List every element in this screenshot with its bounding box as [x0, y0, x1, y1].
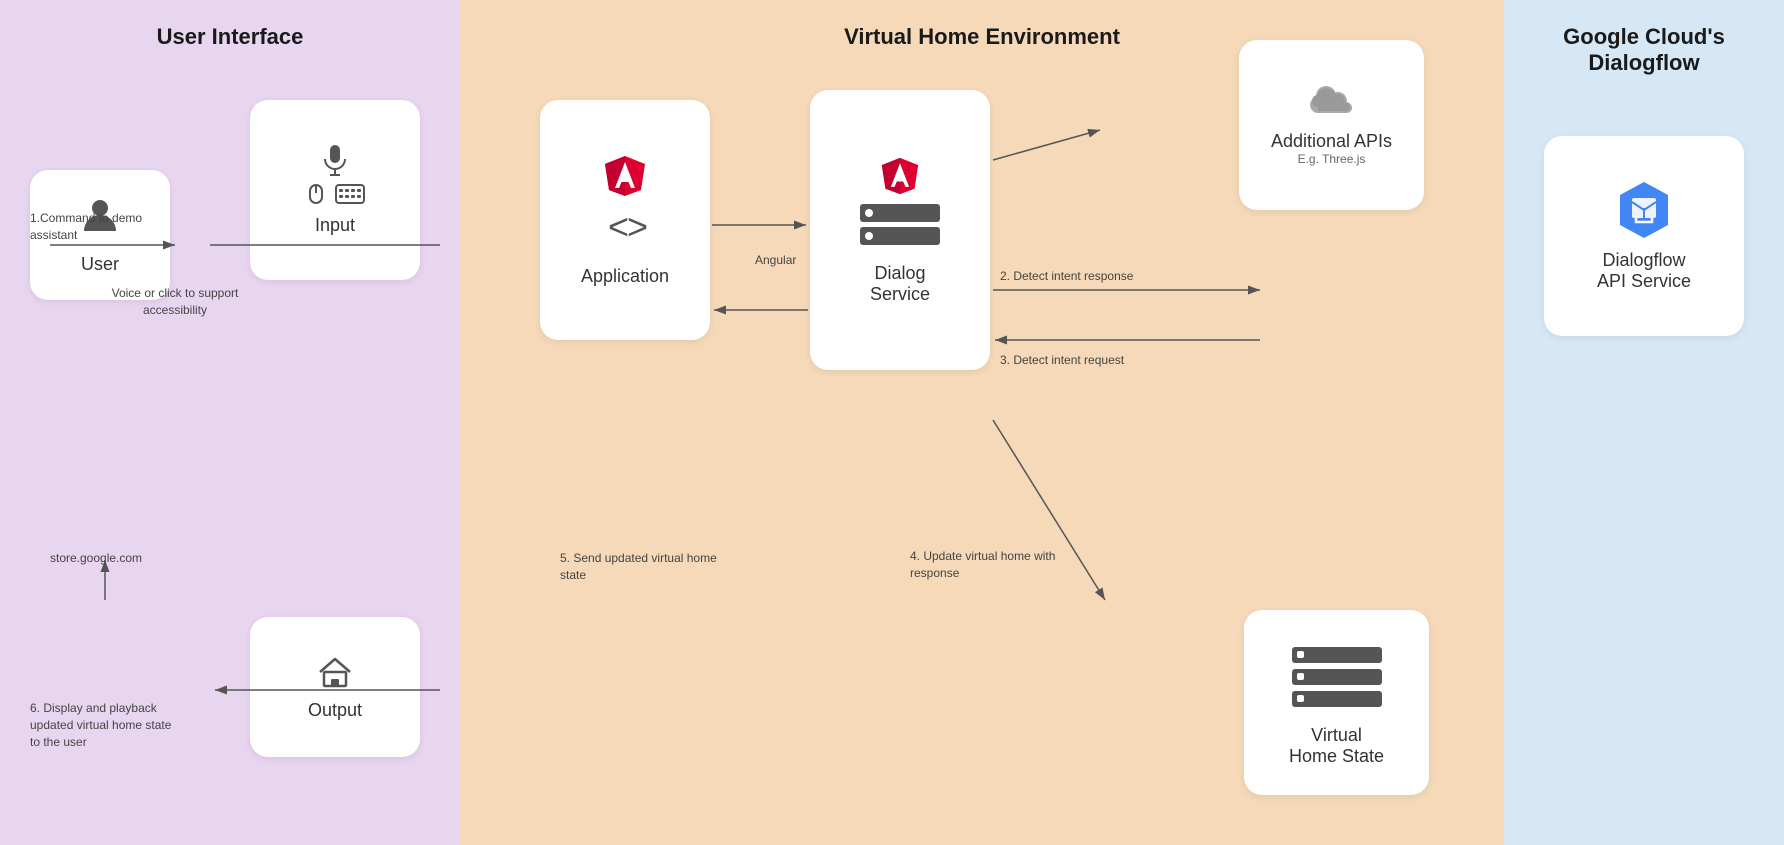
- application-card: < > Application: [540, 100, 710, 340]
- annotation-display: 6. Display and playback updated virtual …: [30, 700, 180, 750]
- virtual-home-section: Virtual Home Environment < > Application…: [460, 0, 1504, 845]
- dialog-service-card: Dialog Service: [810, 90, 990, 370]
- server-bar-2: [860, 227, 940, 245]
- ui-content: User: [20, 70, 440, 807]
- mouse-icon: [305, 183, 327, 205]
- annotation-command: 1.Command to demo assistant: [30, 210, 160, 244]
- additional-apis-label: Additional APIs: [1271, 131, 1392, 152]
- keyboard-icon: [335, 184, 365, 204]
- virtual-home-state-label: Virtual Home State: [1289, 725, 1384, 767]
- server-icon: [860, 204, 940, 245]
- state-bar-2: [1292, 669, 1382, 685]
- cloud-icon: [1308, 85, 1356, 121]
- server-bar-1: [860, 204, 940, 222]
- annotation-step3: 3. Detect intent request: [1000, 352, 1124, 369]
- annotation-voice: Voice or click to support accessibility: [105, 285, 245, 319]
- home-icon: [317, 654, 353, 690]
- dialog-service-card-label: Dialog Service: [870, 263, 930, 305]
- user-interface-title: User Interface: [20, 24, 440, 50]
- user-card-label: User: [81, 254, 119, 275]
- user-interface-section: User Interface User: [0, 0, 460, 845]
- dialogflow-section: Google Cloud's Dialogflow Dialogflow API…: [1504, 0, 1784, 845]
- dialogflow-card-label: Dialogflow API Service: [1597, 250, 1691, 292]
- annotation-step2: 2. Detect intent response: [1000, 268, 1133, 285]
- input-card: Input: [250, 100, 420, 280]
- output-card-label: Output: [308, 700, 362, 721]
- angle-brackets: < >: [608, 206, 642, 248]
- dialogflow-title: Google Cloud's Dialogflow: [1524, 24, 1764, 76]
- input-icons-row: [305, 183, 365, 205]
- additional-apis-card: Additional APIs E.g. Three.js: [1239, 40, 1424, 210]
- state-bars: [1292, 647, 1382, 707]
- input-icons: [305, 145, 365, 205]
- annotation-angular: Angular: [755, 252, 796, 269]
- dialogflow-logo: [1614, 180, 1674, 240]
- annotation-step5: 5. Send updated virtual home state: [560, 550, 740, 584]
- state-bar-3: [1292, 691, 1382, 707]
- additional-apis-sublabel: E.g. Three.js: [1298, 152, 1366, 166]
- virtual-home-state-card: Virtual Home State: [1244, 610, 1429, 795]
- state-bar-1: [1292, 647, 1382, 663]
- mic-icon: [321, 145, 349, 177]
- output-card: Output: [250, 617, 420, 757]
- input-card-label: Input: [315, 215, 355, 236]
- angular-logo-app: [603, 154, 647, 198]
- angular-logo-dialog: [880, 156, 920, 196]
- dialogflow-card: Dialogflow API Service: [1544, 136, 1744, 336]
- annotation-step4: 4. Update virtual home with response: [910, 548, 1070, 582]
- annotation-store: store.google.com: [50, 550, 142, 567]
- application-card-label: Application: [581, 266, 669, 287]
